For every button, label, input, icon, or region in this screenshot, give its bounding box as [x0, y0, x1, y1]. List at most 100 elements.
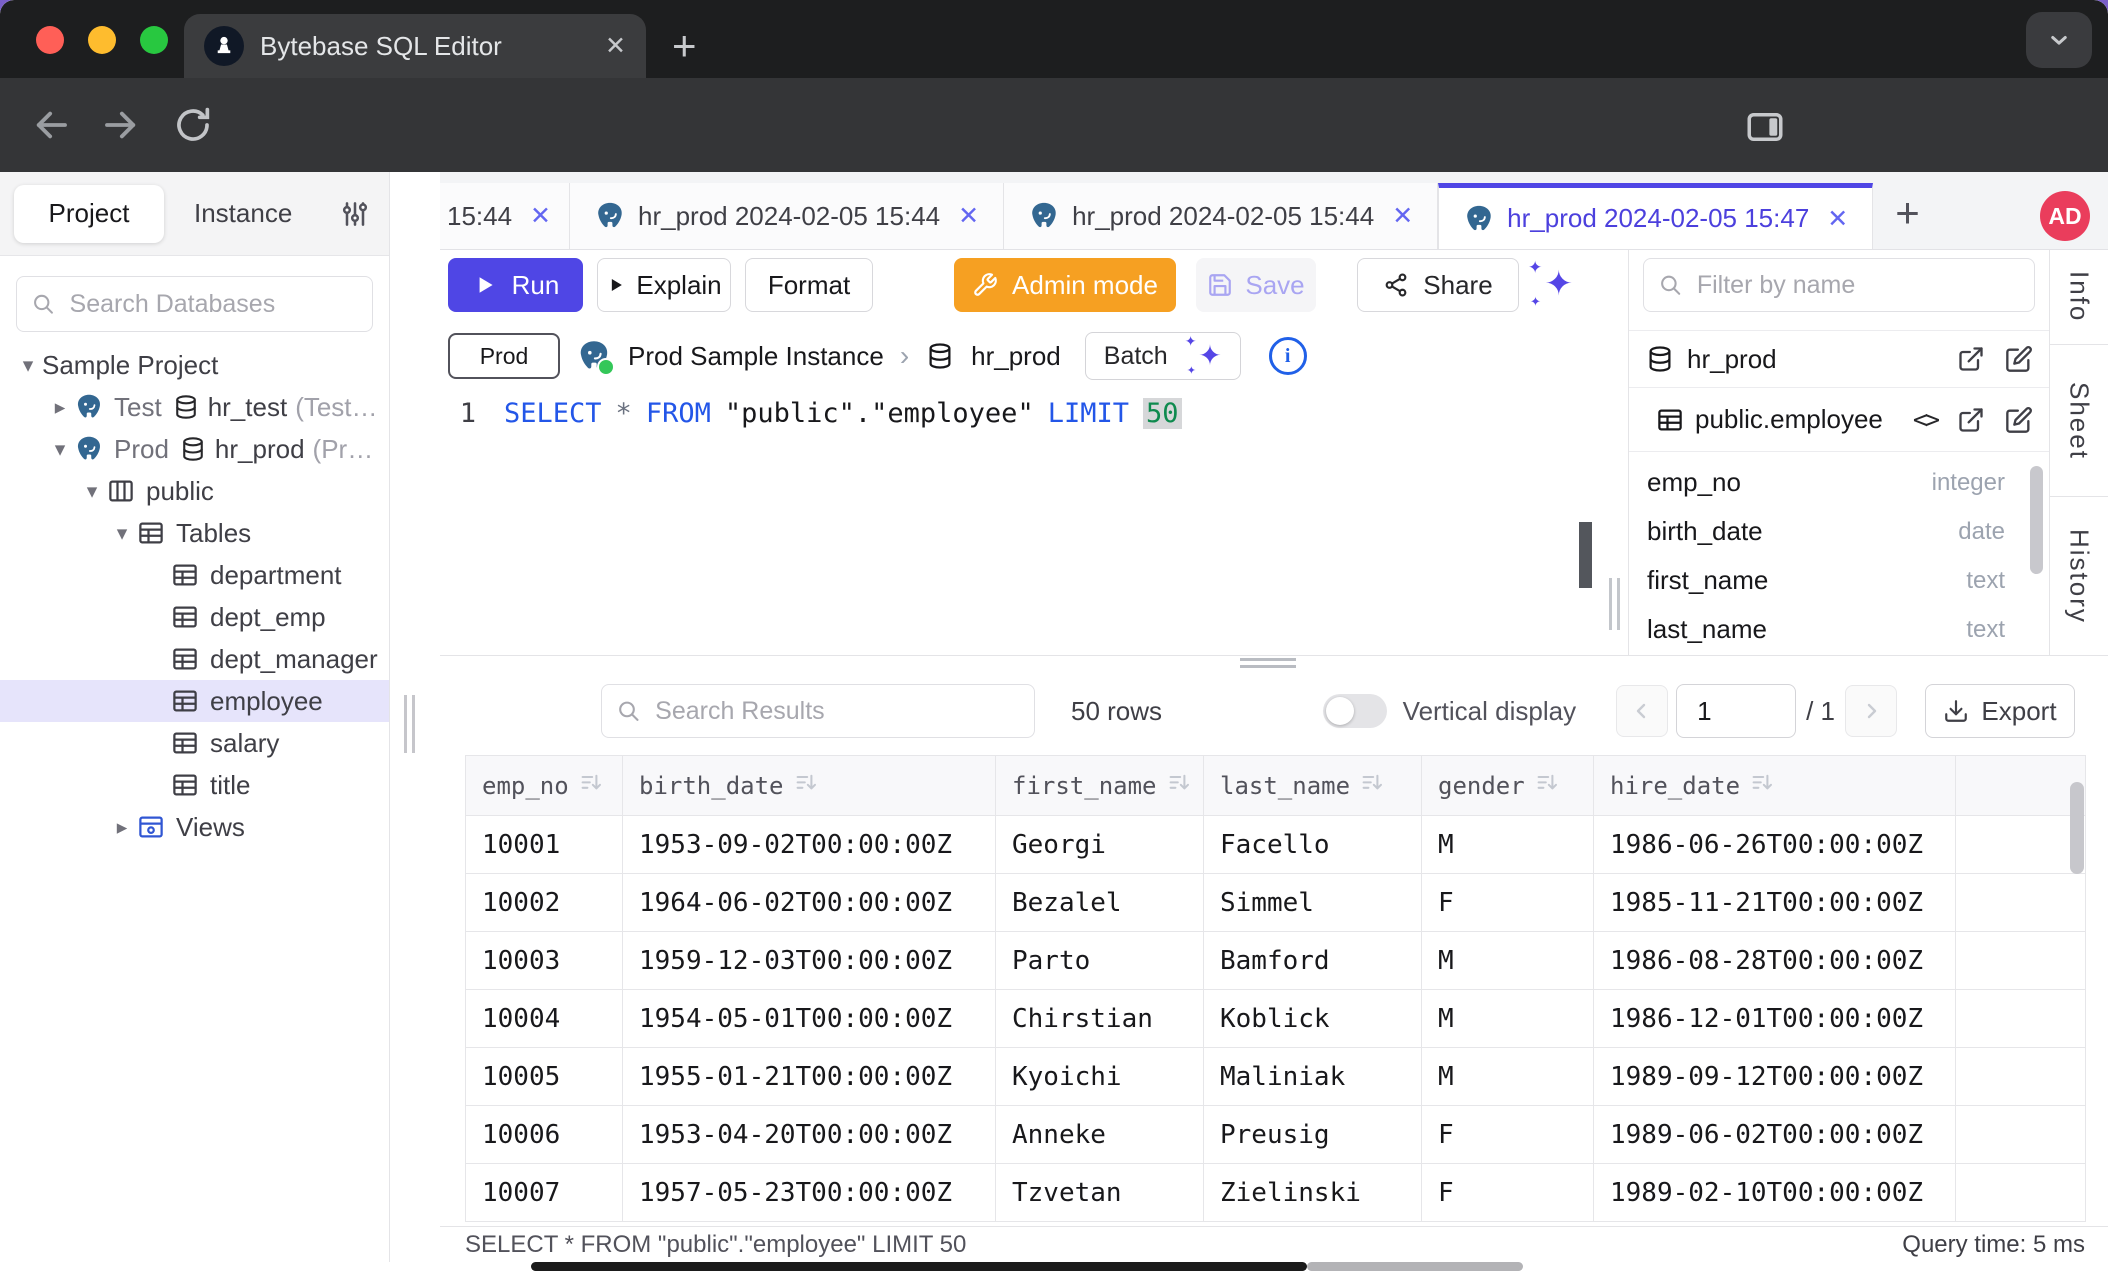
table-cell[interactable]: Simmel [1204, 874, 1422, 932]
reload-icon[interactable] [172, 104, 214, 146]
sheet-tab[interactable]: 5 15:44✕ [440, 183, 570, 249]
table-cell[interactable]: Georgi [996, 816, 1204, 874]
sql-editor[interactable]: 1 SELECT*FROM"public"."employee"LIMIT50 [440, 382, 1628, 655]
table-cell[interactable]: Zielinski [1204, 1164, 1422, 1222]
horizontal-scrollbar-thumb[interactable] [531, 1262, 1307, 1271]
table-cell[interactable]: 1985-11-21T00:00:00Z [1594, 874, 1956, 932]
forward-icon[interactable] [100, 104, 142, 146]
table-cell[interactable]: Anneke [996, 1106, 1204, 1164]
table-cell[interactable]: F [1422, 874, 1594, 932]
table-cell[interactable]: Kyoichi [996, 1048, 1204, 1106]
table-cell[interactable]: Maliniak [1204, 1048, 1422, 1106]
sort-icon[interactable] [1750, 771, 1774, 801]
tree-item-schema-public[interactable]: ▾public [0, 470, 389, 512]
caret-down-icon[interactable]: ▾ [46, 437, 74, 462]
table-cell[interactable]: 10004 [466, 990, 623, 1048]
table-cell[interactable]: 10002 [466, 874, 623, 932]
rail-tab-sheet[interactable]: Sheet [2050, 345, 2108, 497]
table-cell[interactable]: M [1422, 990, 1594, 1048]
vertical-display-toggle[interactable] [1323, 694, 1387, 728]
save-button[interactable]: Save [1196, 258, 1316, 312]
external-link-icon[interactable] [1957, 345, 1985, 373]
avatar[interactable]: AD [2040, 191, 2090, 241]
tree-item-db-hr-prod[interactable]: ▾Prodhr_prod(Pr… [0, 428, 389, 470]
schema-database-row[interactable]: hr_prod [1629, 330, 2049, 388]
tree-item-table-dept-manager[interactable]: dept_manager [0, 638, 389, 680]
browser-tab[interactable]: Bytebase SQL Editor ✕ [184, 14, 646, 78]
table-cell[interactable]: 1959-12-03T00:00:00Z [623, 932, 996, 990]
tree-item-group-views[interactable]: ▸Views [0, 806, 389, 848]
code-icon[interactable]: <> [1913, 405, 1937, 434]
table-cell[interactable]: M [1422, 816, 1594, 874]
filter-sliders-icon[interactable] [339, 198, 371, 230]
tree-item-table-title[interactable]: title [0, 764, 389, 806]
table-cell[interactable]: 1953-09-02T00:00:00Z [623, 816, 996, 874]
prev-page-button[interactable] [1616, 685, 1668, 737]
tab-search-button[interactable] [2026, 12, 2092, 68]
maximize-window-button[interactable] [140, 26, 168, 54]
column-row[interactable]: first_nametext [1647, 556, 2031, 605]
external-link-icon[interactable] [1957, 406, 1985, 434]
close-icon[interactable]: ✕ [1392, 201, 1413, 231]
caret-right-icon[interactable]: ▸ [108, 815, 136, 840]
database-name[interactable]: hr_prod [971, 341, 1061, 372]
table-cell[interactable]: 1989-02-10T00:00:00Z [1594, 1164, 1956, 1222]
minimize-window-button[interactable] [88, 26, 116, 54]
next-page-button[interactable] [1845, 685, 1897, 737]
instance-name[interactable]: Prod Sample Instance [628, 341, 884, 372]
tree-item-group-tables[interactable]: ▾Tables [0, 512, 389, 554]
table-cell[interactable]: F [1422, 1106, 1594, 1164]
column-header-hire_date[interactable]: hire_date [1594, 756, 1956, 816]
column-header-gender[interactable]: gender [1422, 756, 1594, 816]
column-header-first_name[interactable]: first_name [996, 756, 1204, 816]
share-button[interactable]: Share [1357, 258, 1519, 312]
table-cell[interactable]: 1986-06-26T00:00:00Z [1594, 816, 1956, 874]
sheet-tab[interactable]: hr_prod 2024-02-05 15:44✕ [1004, 183, 1438, 249]
table-cell[interactable]: Facello [1204, 816, 1422, 874]
run-button[interactable]: Run [448, 258, 583, 312]
sort-icon[interactable] [579, 771, 603, 801]
horizontal-splitter[interactable] [440, 655, 2108, 667]
table-cell[interactable]: 1986-12-01T00:00:00Z [1594, 990, 1956, 1048]
caret-down-icon[interactable]: ▾ [108, 521, 136, 546]
ai-sparkles-icon[interactable]: ✦✦✦ [1527, 262, 1573, 308]
sort-icon[interactable] [1535, 771, 1559, 801]
table-cell[interactable]: Parto [996, 932, 1204, 990]
table-cell[interactable]: 1954-05-01T00:00:00Z [623, 990, 996, 1048]
table-cell[interactable]: 10003 [466, 932, 623, 990]
column-row[interactable]: birth_datedate [1647, 507, 2031, 556]
table-cell[interactable]: Tzvetan [996, 1164, 1204, 1222]
close-icon[interactable]: ✕ [958, 201, 979, 231]
table-cell[interactable]: 1955-01-21T00:00:00Z [623, 1048, 996, 1106]
table-cell[interactable]: Bamford [1204, 932, 1422, 990]
close-icon[interactable]: ✕ [530, 201, 551, 231]
rail-tab-history[interactable]: History [2050, 497, 2108, 655]
tree-item-table-salary[interactable]: salary [0, 722, 389, 764]
schema-filter[interactable] [1643, 258, 2035, 312]
format-button[interactable]: Format [745, 258, 873, 312]
sort-icon[interactable] [1360, 771, 1384, 801]
close-window-button[interactable] [36, 26, 64, 54]
results-search[interactable] [601, 684, 1035, 738]
side-panel-icon[interactable] [1744, 106, 1786, 148]
editor-scrollbar[interactable] [1579, 522, 1592, 588]
table-cell[interactable]: 1964-06-02T00:00:00Z [623, 874, 996, 932]
table-cell[interactable]: 1989-06-02T00:00:00Z [1594, 1106, 1956, 1164]
table-cell[interactable]: 1986-08-28T00:00:00Z [1594, 932, 1956, 990]
admin-mode-button[interactable]: Admin mode [954, 258, 1176, 312]
tree-item-sample-project[interactable]: ▾Sample Project [0, 344, 389, 386]
page-number-input[interactable] [1676, 684, 1796, 738]
table-cell[interactable]: 1953-04-20T00:00:00Z [623, 1106, 996, 1164]
sort-icon[interactable] [794, 771, 818, 801]
caret-down-icon[interactable]: ▾ [14, 353, 42, 378]
table-cell[interactable]: Chirstian [996, 990, 1204, 1048]
table-cell[interactable]: 10005 [466, 1048, 623, 1106]
table-cell[interactable]: Koblick [1204, 990, 1422, 1048]
tree-item-table-dept-emp[interactable]: dept_emp [0, 596, 389, 638]
batch-button[interactable]: Batch ✦✦✦ [1085, 332, 1241, 380]
back-icon[interactable] [30, 104, 72, 146]
sheet-tab[interactable]: hr_prod 2024-02-05 15:47✕ [1438, 183, 1873, 249]
database-search[interactable] [16, 276, 373, 332]
filter-by-name-input[interactable] [1695, 270, 2020, 301]
tab-instance[interactable]: Instance [194, 198, 292, 229]
